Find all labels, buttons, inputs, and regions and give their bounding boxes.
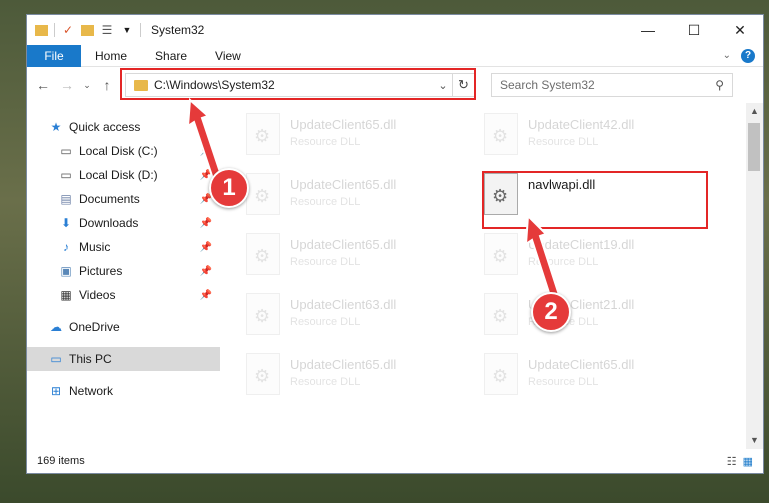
status-bar: 169 items ☷ ▦ [27,449,763,473]
pin-icon[interactable]: 📌 [200,218,212,229]
back-arrow-icon[interactable]: ← [33,77,53,93]
sidebar-item-local-disk-d[interactable]: ▭ Local Disk (D:) 📌 [27,163,220,187]
drive-icon: ▭ [60,168,72,182]
list-item[interactable]: UpdateClient65.dllResource DLL [246,233,476,283]
scroll-up-icon[interactable]: ▲ [746,103,763,120]
star-icon: ★ [50,120,62,134]
download-icon: ⬇ [60,216,72,230]
file-list: UpdateClient65.dllResource DLL UpdateCli… [220,103,746,449]
item-count: 169 items [37,455,85,467]
list-item[interactable]: UpdateClient63.dllResource DLL [246,293,476,343]
quick-access-toolbar: ✓ ☰ ▼ [35,23,141,37]
dll-file-icon [484,173,518,215]
sidebar-item-music[interactable]: ♪ Music 📌 [27,235,220,259]
pin-icon[interactable]: 📌 [200,266,212,277]
dll-file-icon [246,233,280,275]
main-content: ★ Quick access ▭ Local Disk (C:) 📌 ▭ Loc… [27,103,763,449]
search-box[interactable]: Search System32 ⚲ [491,73,733,97]
search-icon: ⚲ [715,78,724,92]
list-item[interactable]: UpdateClient19.dllResource DLL [484,233,714,283]
chevron-down-icon[interactable]: ▼ [120,23,134,37]
sidebar-item-network[interactable]: ⊞ Network [27,379,220,403]
drive-icon: ▭ [60,144,72,158]
folder-icon [35,24,48,36]
title-bar: ✓ ☰ ▼ System32 — ☐ ✕ [27,15,763,45]
window-title: System32 [151,23,205,37]
address-bar[interactable]: C:\Windows\System32 ⌄ ↻ [120,68,476,100]
close-button[interactable]: ✕ [717,15,763,45]
refresh-icon[interactable]: ↻ [452,74,474,96]
navigation-pane: ★ Quick access ▭ Local Disk (C:) 📌 ▭ Loc… [27,103,220,449]
sidebar-item-this-pc[interactable]: ▭ This PC [27,347,220,371]
maximize-button[interactable]: ☐ [671,15,717,45]
pictures-icon: ▣ [60,264,72,278]
list-item[interactable]: UpdateClient65.dllResource DLL [484,353,714,403]
sidebar-item-local-disk-c[interactable]: ▭ Local Disk (C:) 📌 [27,139,220,163]
list-item[interactable]: UpdateClient42.dllResource DLL [484,113,714,163]
sidebar-item-onedrive[interactable]: ☁ OneDrive [27,315,220,339]
new-folder-icon[interactable] [81,24,94,36]
chevron-down-icon[interactable]: ⌄ [434,79,452,92]
customize-toolbar-icon[interactable]: ☰ [100,23,114,37]
sidebar-item-quick-access[interactable]: ★ Quick access [27,115,220,139]
list-item[interactable]: UpdateClient65.dllResource DLL [246,173,476,223]
minimize-button[interactable]: — [625,15,671,45]
forward-arrow-icon[interactable]: → [57,77,77,93]
music-icon: ♪ [63,240,69,254]
pin-icon[interactable]: 📌 [200,290,212,301]
help-icon[interactable]: ? [741,48,755,63]
dll-file-icon [246,113,280,155]
sidebar-item-downloads[interactable]: ⬇ Downloads 📌 [27,211,220,235]
step-2-badge: 2 [531,292,571,332]
search-input[interactable]: Search System32 [500,78,715,92]
computer-icon: ▭ [50,352,62,366]
step-1-badge: 1 [209,168,249,208]
list-item[interactable]: UpdateClient21.dllResource DLL [484,293,714,343]
dll-file-icon [246,353,280,395]
window-controls: — ☐ ✕ [625,15,763,45]
tab-home[interactable]: Home [81,45,141,67]
dll-file-icon [484,293,518,335]
vertical-scrollbar[interactable]: ▲ ▼ [746,103,763,449]
list-item[interactable]: UpdateClient65.dllResource DLL [246,113,476,163]
dll-file-icon [484,113,518,155]
scroll-thumb[interactable] [748,123,760,171]
tab-view[interactable]: View [201,45,255,67]
details-view-icon[interactable]: ☷ [727,455,737,468]
folder-icon [134,79,148,91]
videos-icon: ▦ [60,288,72,302]
address-path[interactable]: C:\Windows\System32 [154,78,434,92]
pin-icon[interactable]: 📌 [200,242,212,253]
pin-icon[interactable]: 📌 [200,146,212,157]
tab-file[interactable]: File [27,44,81,67]
list-item[interactable]: UpdateClient65.dllResource DLL [246,353,476,403]
expand-ribbon-icon[interactable]: ⌄ [723,50,731,61]
sidebar-item-videos[interactable]: ▦ Videos 📌 [27,283,220,307]
large-icons-view-icon[interactable]: ▦ [743,455,753,468]
tab-share[interactable]: Share [141,45,201,67]
up-arrow-icon[interactable]: ↑ [97,77,117,93]
scroll-down-icon[interactable]: ▼ [746,432,763,449]
properties-icon[interactable]: ✓ [61,23,75,37]
file-explorer-window: ✓ ☰ ▼ System32 — ☐ ✕ File Home Share Vie… [26,14,764,474]
recent-locations-icon[interactable]: ⌄ [81,80,93,91]
ribbon-tabs: File Home Share View ⌄ ? [27,44,763,67]
list-item-navlwapi[interactable]: navlwapi.dll [484,173,714,223]
sidebar-item-pictures[interactable]: ▣ Pictures 📌 [27,259,220,283]
dll-file-icon [246,173,280,215]
sidebar-item-documents[interactable]: ▤ Documents 📌 [27,187,220,211]
navigation-bar: ← → ⌄ ↑ C:\Windows\System32 ⌄ ↻ Search S… [27,67,763,103]
cloud-icon: ☁ [50,320,62,334]
dll-file-icon [484,353,518,395]
dll-file-icon [484,233,518,275]
dll-file-icon [246,293,280,335]
documents-icon: ▤ [60,192,72,206]
network-icon: ⊞ [50,384,62,398]
